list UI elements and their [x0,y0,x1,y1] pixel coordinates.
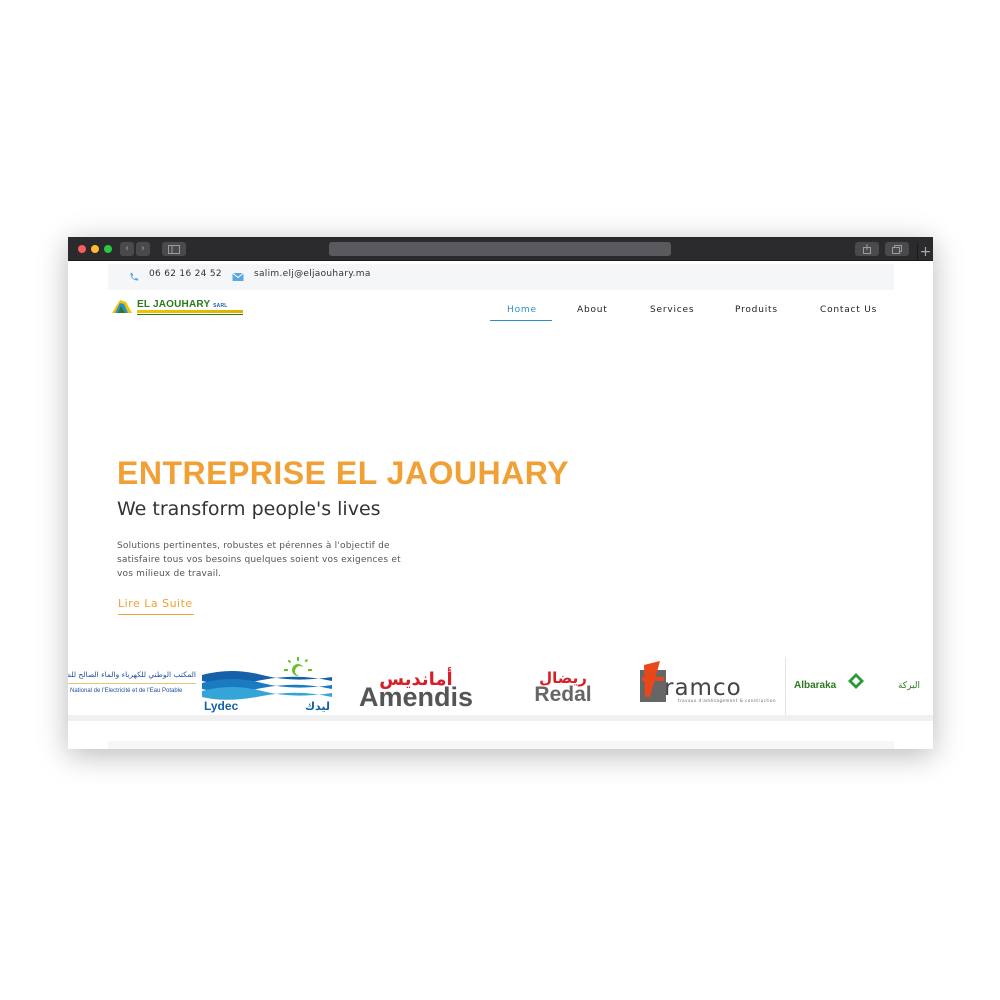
email-address[interactable]: salim.elj@eljaouhary.ma [254,269,371,279]
sidebar-icon [168,244,180,254]
tabs-icon [892,244,902,254]
contact-topbar: 06 62 16 24 52 salim.elj@eljaouhary.ma [108,264,894,290]
onee-arabic-text: المكتب الوطني للكهرباء والماء الصالح للش… [68,670,196,679]
forward-button[interactable]: › [136,242,150,256]
back-button[interactable]: ‹ [120,242,134,256]
redal-logo: ريضال Redal [534,669,591,706]
maximize-window-button[interactable] [104,245,112,253]
albaraka-arabic-text: البركة [898,681,920,691]
nav-services[interactable]: Services [650,305,694,315]
section-divider [68,715,933,721]
logo-underline [137,314,243,315]
onee-french-text: National de l'Electricité et de l'Eau Po… [70,688,183,694]
logo-tagline-bar [137,310,243,313]
nav-about[interactable]: About [577,305,608,315]
next-section-preview [108,741,894,749]
partner-logo-onee[interactable]: المكتب الوطني للكهرباء والماء الصالح للش… [68,657,198,715]
sidebar-toggle-button[interactable] [162,242,186,256]
partner-logo-amendis[interactable]: أمانديس Amendis [344,657,490,715]
mail-icon [232,272,244,281]
browser-toolbar: ‹ › + [68,237,933,261]
read-more-button[interactable]: Lire La Suite [118,597,194,615]
address-bar[interactable] [329,242,671,256]
nav-produits[interactable]: Produits [735,305,778,315]
partner-logo-albaraka[interactable]: Albaraka البركة [785,657,933,715]
hero-title: ENTREPRISE EL JAOUHARY [117,455,569,491]
amendis-logo: أمانديس Amendis [359,667,473,712]
minimize-window-button[interactable] [91,245,99,253]
logo-name: EL JAOUHARY SARL [137,299,228,310]
partner-logo-lydec[interactable]: Lydec ليدك [202,657,342,715]
onee-logo: المكتب الوطني للكهرباء والماء الصالح للش… [68,670,196,694]
lydec-arabic-text: ليدك [305,700,330,713]
nav-active-underline [490,320,552,321]
phone-number[interactable]: 06 62 16 24 52 [149,269,222,279]
partner-logo-redal[interactable]: ريضال Redal [523,657,603,715]
albaraka-latin-text: Albaraka [794,680,837,691]
nav-contact-us[interactable]: Contact Us [820,305,877,315]
share-icon [863,244,871,254]
tramco-tagline: travaux d'aménagement & construction [678,698,776,703]
close-window-button[interactable] [78,245,86,253]
lydec-logo: Lydec ليدك [202,657,332,713]
share-button[interactable] [855,242,879,256]
partner-logo-tramco[interactable]: ramco travaux d'aménagement & constructi… [638,657,784,715]
tramco-logo: ramco travaux d'aménagement & constructi… [640,661,776,703]
hero-subtitle: We transform people's lives [117,498,381,520]
phone-icon [130,272,139,281]
lydec-latin-text: Lydec [204,699,239,713]
partners-strip: المكتب الوطني للكهرباء والماء الصالح للش… [68,657,933,715]
hero-description: Solutions pertinentes, robustes et péren… [117,541,401,579]
amendis-latin-text: Amendis [359,682,473,712]
company-logo[interactable]: EL JAOUHARY SARL [110,298,244,318]
redal-latin-text: Redal [534,683,591,706]
new-tab-button[interactable]: + [917,243,933,261]
gem-logo-icon [112,300,132,313]
nav-home[interactable]: Home [507,305,537,315]
albaraka-logo: Albaraka البركة [794,673,920,691]
tabs-overview-button[interactable] [885,242,909,256]
browser-window: ‹ › + 06 62 16 24 52 salim.elj@eljaouhar… [68,237,933,749]
